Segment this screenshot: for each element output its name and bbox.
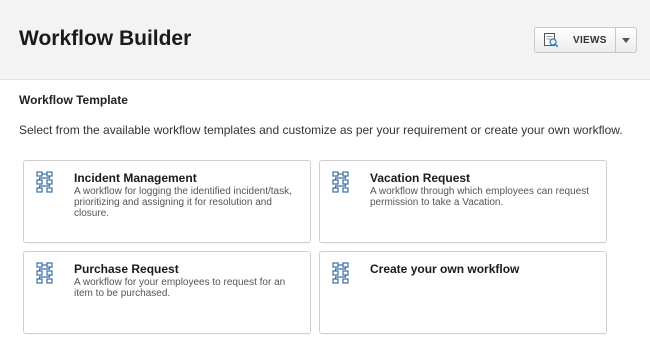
views-button[interactable]: VIEWS <box>535 28 616 52</box>
workflow-icon <box>332 171 349 193</box>
template-card-create-your-own[interactable]: Create your own workflow <box>319 251 607 334</box>
template-description: A workflow for logging the identified in… <box>74 186 292 219</box>
section-title: Workflow Template <box>19 93 128 107</box>
views-button-group: VIEWS <box>534 27 637 53</box>
views-search-icon <box>544 33 559 48</box>
template-description: A workflow through which employees can r… <box>370 186 590 208</box>
template-title: Create your own workflow <box>370 262 520 276</box>
views-label: VIEWS <box>573 34 607 46</box>
caret-down-icon <box>621 37 630 43</box>
template-title: Vacation Request <box>370 171 471 185</box>
template-title: Purchase Request <box>74 262 179 276</box>
page-title: Workflow Builder <box>19 27 192 50</box>
template-card-purchase-request[interactable]: Purchase Request A workflow for your emp… <box>23 251 311 334</box>
page-header: Workflow Builder VIEWS <box>0 0 650 80</box>
template-title: Incident Management <box>74 171 197 185</box>
workflow-icon <box>36 171 53 193</box>
workflow-icon <box>332 262 349 284</box>
template-card-vacation-request[interactable]: Vacation Request A workflow through whic… <box>319 160 607 243</box>
views-dropdown-toggle[interactable] <box>616 28 636 52</box>
template-card-incident-management[interactable]: Incident Management A workflow for loggi… <box>23 160 311 243</box>
intro-text: Select from the available workflow templ… <box>19 123 623 137</box>
workflow-icon <box>36 262 53 284</box>
template-description: A workflow for your employees to request… <box>74 277 286 299</box>
